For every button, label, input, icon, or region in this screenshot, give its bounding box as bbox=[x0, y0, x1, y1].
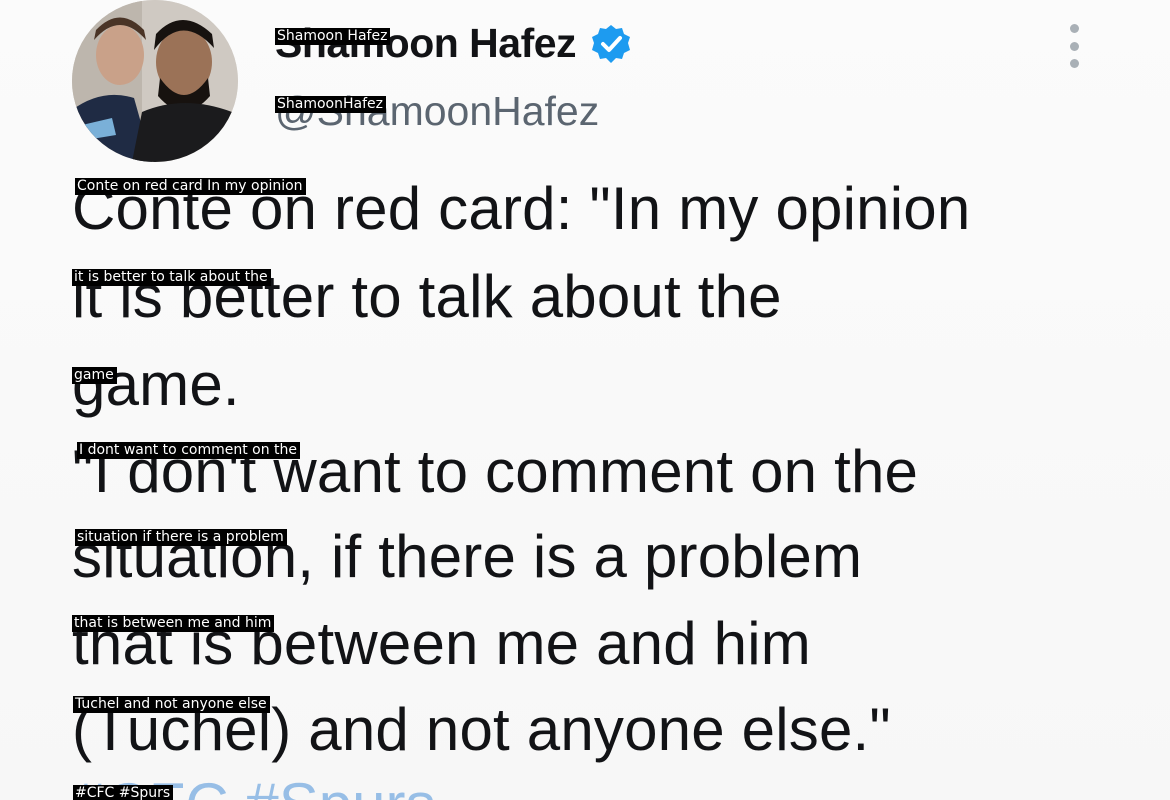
caption-line-1: Conte on red card In my opinion bbox=[75, 178, 306, 195]
more-dot bbox=[1069, 59, 1079, 68]
caption-line-6: that is between me and him bbox=[72, 615, 275, 632]
caption-name: Shamoon Hafez bbox=[275, 28, 391, 45]
caption-handle: ShamoonHafez bbox=[275, 96, 386, 113]
verified-badge-icon bbox=[590, 23, 632, 65]
more-vertical-icon[interactable] bbox=[1060, 24, 1088, 68]
avatar[interactable] bbox=[72, 0, 238, 162]
more-dot bbox=[1069, 24, 1079, 33]
caption-hashtags: #CFC #Spurs bbox=[73, 785, 174, 800]
more-dot bbox=[1069, 41, 1079, 51]
caption-line-3: game bbox=[72, 367, 117, 384]
caption-line-7: Tuchel and not anyone else bbox=[73, 696, 270, 713]
caption-line-2: it is better to talk about the bbox=[72, 269, 271, 286]
caption-line-4: I dont want to comment on the bbox=[77, 442, 301, 459]
tweet-screenshot: Shamoon Hafez @ShamoonHafez Conte on red… bbox=[0, 0, 1170, 800]
caption-line-5: situation if there is a problem bbox=[75, 529, 287, 546]
tweet-line-3: game. bbox=[72, 351, 240, 418]
avatar-photo bbox=[72, 0, 238, 162]
